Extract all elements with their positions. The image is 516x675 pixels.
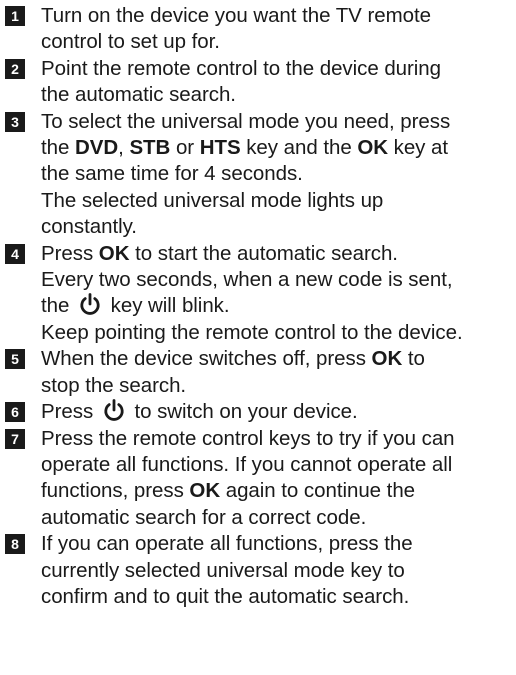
text-run: key at xyxy=(387,136,449,160)
step-2: 2 Point the remote control to the device … xyxy=(5,56,513,109)
step-text-line: the same time for 4 seconds. xyxy=(41,161,513,187)
text-run: constantly. xyxy=(41,215,137,239)
step-number-badge: 6 xyxy=(5,402,25,423)
text-run: , xyxy=(118,136,130,160)
text-run: again to continue the xyxy=(220,479,416,503)
text-run: control to set up for. xyxy=(41,30,220,54)
key-name-stb: STB xyxy=(129,136,171,160)
power-icon xyxy=(103,399,125,423)
step-number-badge: 8 xyxy=(5,534,25,555)
text-run: or xyxy=(170,136,200,160)
key-name-ok: OK xyxy=(189,479,221,503)
step-number-badge: 4 xyxy=(5,243,25,264)
text-run: The selected universal mode lights up xyxy=(41,188,384,212)
key-name-dvd: DVD xyxy=(75,136,119,160)
step-1: 1 Turn on the device you want the TV remo… xyxy=(5,3,513,56)
step-text-line: control to set up for. xyxy=(41,29,513,55)
text-run: stop the search. xyxy=(41,373,187,397)
text-run: When the device switches off, press xyxy=(41,347,372,371)
text-run: operate all functions. If you cannot ope… xyxy=(41,452,453,476)
step-text-line: automatic search for a correct code. xyxy=(41,505,513,531)
step-text-line: constantly. xyxy=(41,214,513,240)
text-run: If you can operate all functions, press … xyxy=(41,532,413,556)
step-3: 3 To select the universal mode you need, … xyxy=(5,109,513,241)
step-text-line: Point the remote control to the device d… xyxy=(41,56,513,82)
step-text-line: Press OK to start the automatic search. xyxy=(41,241,513,267)
step-text-line: Press to switch on your device. xyxy=(41,399,513,425)
step-text-line: The selected universal mode lights up xyxy=(41,188,513,214)
step-number-badge: 3 xyxy=(5,111,25,132)
power-icon xyxy=(79,293,101,317)
step-text-line: currently selected universal mode key to xyxy=(41,558,513,584)
text-run: Press the remote control keys to try if … xyxy=(41,426,455,450)
step-text-line: Every two seconds, when a new code is se… xyxy=(41,267,513,293)
step-number-badge: 2 xyxy=(5,58,25,79)
step-5: 5 When the device switches off, press OK … xyxy=(5,346,513,399)
text-run: key and the xyxy=(240,136,358,160)
text-run: Every two seconds, when a new code is se… xyxy=(41,268,453,292)
step-7: 7 Press the remote control keys to try if… xyxy=(5,426,513,532)
step-text-line: To select the universal mode you need, p… xyxy=(41,109,513,135)
step-number-badge: 5 xyxy=(5,349,25,370)
step-text-line: the key will blink. xyxy=(41,293,513,319)
step-text-line: functions, press OK again to continue th… xyxy=(41,478,513,504)
instruction-steps: 1 Turn on the device you want the TV remo… xyxy=(5,3,513,610)
step-4: 4 Press OK to start the automatic search.… xyxy=(5,241,513,347)
text-run: Point the remote control to the device d… xyxy=(41,56,442,80)
text-run: currently selected universal mode key to xyxy=(41,558,405,582)
text-run: Press xyxy=(41,400,99,424)
step-8: 8 If you can operate all functions, press… xyxy=(5,531,513,610)
text-run: Keep pointing the remote control to the … xyxy=(41,320,463,344)
step-6: 6 Press to switch on your device. xyxy=(5,399,513,425)
text-run: Press xyxy=(41,241,99,265)
step-text-line: the automatic search. xyxy=(41,82,513,108)
step-text-line: Press the remote control keys to try if … xyxy=(41,426,513,452)
step-number-badge: 1 xyxy=(5,6,25,26)
text-run: to start the automatic search. xyxy=(129,241,398,265)
step-text-line: Turn on the device you want the TV remot… xyxy=(41,3,513,29)
step-number-badge: 7 xyxy=(5,428,25,449)
text-run: Turn on the device you want the TV remot… xyxy=(41,4,431,27)
step-text-line: When the device switches off, press OK t… xyxy=(41,346,513,372)
key-name-ok: OK xyxy=(357,136,388,160)
text-run: to xyxy=(402,347,425,371)
key-name-ok: OK xyxy=(371,347,403,371)
text-run: key will blink. xyxy=(105,294,230,318)
text-run: functions, press xyxy=(41,479,190,503)
key-name-hts: HTS xyxy=(199,136,241,160)
text-run: the automatic search. xyxy=(41,83,236,107)
text-run: confirm and to quit the automatic search… xyxy=(41,584,410,608)
text-run: the xyxy=(41,136,75,160)
text-run: to switch on your device. xyxy=(128,400,358,424)
text-run: To select the universal mode you need, p… xyxy=(41,109,451,133)
step-text-line: Keep pointing the remote control to the … xyxy=(41,320,513,346)
key-name-ok: OK xyxy=(98,241,130,265)
text-run: the xyxy=(41,294,75,318)
step-text-line: confirm and to quit the automatic search… xyxy=(41,584,513,610)
step-text-line: operate all functions. If you cannot ope… xyxy=(41,452,513,478)
step-text-line: stop the search. xyxy=(41,373,513,399)
text-run: the same time for 4 seconds. xyxy=(41,162,303,186)
step-text-line: the DVD, STB or HTS key and the OK key a… xyxy=(41,135,513,161)
text-run: automatic search for a correct code. xyxy=(41,505,367,529)
step-text-line: If you can operate all functions, press … xyxy=(41,531,513,557)
